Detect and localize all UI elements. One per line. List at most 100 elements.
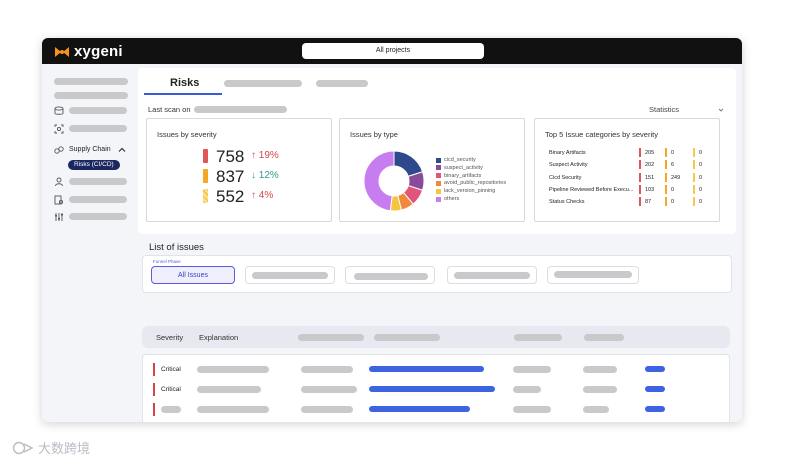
- legend-item-binary_artifacts[interactable]: binary_artifacts: [436, 173, 481, 179]
- row-action-chip[interactable]: [645, 366, 665, 372]
- logo[interactable]: xygeni: [54, 43, 123, 60]
- medium-count: 552: [216, 187, 245, 206]
- database-icon: [54, 106, 64, 115]
- watermark-text: 大数跨境: [38, 441, 91, 456]
- row-progress-bar: [369, 386, 495, 392]
- last-scan-label: Last scan on: [148, 105, 191, 114]
- top5-critical-count: 103: [645, 186, 655, 193]
- column-placeholder-4[interactable]: [584, 334, 624, 341]
- top5-critical-count: 205: [645, 150, 655, 156]
- filter-option-4[interactable]: [547, 266, 639, 284]
- filter-option-3[interactable]: [447, 266, 537, 284]
- top5-low-bar: [693, 172, 695, 182]
- funnel-filter-panel: Funnel Phase All Issues: [142, 255, 732, 293]
- row-severity-label: Critical: [161, 386, 181, 393]
- column-explanation[interactable]: Explanation: [199, 333, 238, 342]
- top5-low-count: 0: [699, 186, 703, 193]
- view-select[interactable]: Statistics: [649, 105, 679, 114]
- top5-high-count: 6: [671, 162, 675, 169]
- row-severity-label: Critical: [161, 366, 181, 373]
- row-column-placeholder: [301, 366, 353, 373]
- sidebar-item-placeholder-4[interactable]: [69, 196, 127, 203]
- filter-option-2[interactable]: [345, 266, 435, 284]
- row-action-chip[interactable]: [645, 386, 665, 392]
- xygeni-logo-icon: [55, 46, 69, 57]
- tab-placeholder-1[interactable]: [224, 80, 302, 87]
- legend-item-others[interactable]: others: [436, 196, 459, 202]
- issues-by-type-donut-chart: [363, 150, 425, 212]
- issues-by-type-card: Issues by type cicd_security suspect_acti…: [339, 118, 525, 222]
- row-severity-indicator: [153, 363, 155, 376]
- sidebar-item-placeholder-2[interactable]: [69, 125, 127, 132]
- top5-category-label[interactable]: Binary Artifacts: [549, 150, 586, 156]
- arrow-up-icon: ↑: [251, 190, 256, 201]
- top5-critical-count: 151: [645, 174, 655, 181]
- donut-slice-cicd_security[interactable]: [393, 150, 424, 177]
- high-delta: ↓ 12%: [251, 170, 279, 181]
- sidebar-item-risks-cicd[interactable]: Risks (CI/CD): [68, 160, 120, 170]
- column-placeholder-1[interactable]: [298, 334, 364, 341]
- top5-critical-bar: [639, 197, 641, 207]
- top5-critical-count: 87: [645, 199, 652, 206]
- legend-item-lack_version_pinning[interactable]: lack_version_pinning: [436, 188, 495, 194]
- sidebar: Supply Chain Risks (CI/CD): [42, 64, 134, 422]
- legend-label: avoid_public_repositories: [444, 180, 507, 187]
- legend-item-avoid_public_repositories[interactable]: avoid_public_repositories: [436, 180, 506, 186]
- legend-label: cicd_security: [444, 157, 476, 163]
- tab-risks-underline: [144, 93, 222, 95]
- top5-category-label[interactable]: Cicd Security: [549, 175, 581, 181]
- brand-name: xygeni: [74, 43, 123, 60]
- sidebar-item-supply-chain[interactable]: Supply Chain: [69, 146, 111, 153]
- risks-panel: Risks Last scan on Statistics Issues by …: [138, 68, 736, 234]
- sliders-icon: [55, 213, 63, 221]
- column-placeholder-2[interactable]: [374, 334, 440, 341]
- legend-label: binary_artifacts: [444, 172, 482, 179]
- column-placeholder-3[interactable]: [514, 334, 562, 341]
- top5-high-bar: [665, 148, 667, 157]
- legend-swatch: [436, 157, 441, 163]
- sidebar-item-placeholder-3[interactable]: [69, 178, 127, 185]
- row-severity-indicator: [153, 403, 155, 416]
- sidebar-item-placeholder-5[interactable]: [69, 213, 127, 220]
- severity-card-title: Issues by severity: [157, 130, 217, 139]
- critical-delta: ↑ 19%: [251, 150, 279, 161]
- type-card-title: Issues by type: [350, 130, 398, 139]
- legend-swatch: [436, 165, 441, 171]
- top-bar: xygeni All projects: [42, 38, 742, 64]
- top5-low-bar: [693, 148, 695, 157]
- top5-category-label[interactable]: Pipeline Reviewed Before Execu...: [549, 187, 633, 193]
- project-selector[interactable]: All projects: [302, 43, 484, 59]
- row-severity-placeholder: [161, 406, 181, 413]
- row-column-placeholder: [583, 406, 609, 413]
- tab-placeholder-2[interactable]: [316, 80, 368, 87]
- sidebar-placeholder-1[interactable]: [54, 78, 128, 85]
- top5-category-label[interactable]: Suspect Activity: [549, 162, 588, 168]
- column-severity[interactable]: Severity: [156, 333, 183, 342]
- legend-item-suspect_activity[interactable]: suspect_activity: [436, 165, 483, 171]
- top5-categories-card: Top 5 Issue categories by severity Binar…: [534, 118, 720, 222]
- donut-slice-others[interactable]: [363, 150, 395, 212]
- chevron-up-icon[interactable]: [118, 146, 126, 154]
- filter-all-issues[interactable]: All Issues: [151, 266, 235, 284]
- legend-swatch: [436, 196, 441, 202]
- top5-card-title: Top 5 Issue categories by severity: [545, 130, 658, 139]
- top5-low-count: 0: [699, 150, 703, 156]
- row-column-placeholder: [513, 366, 551, 373]
- row-column-placeholder: [513, 386, 541, 393]
- funnel-phase-label: Funnel Phase: [153, 259, 181, 264]
- row-action-chip[interactable]: [645, 406, 665, 412]
- high-severity-bar: [203, 169, 208, 183]
- sidebar-placeholder-2[interactable]: [54, 92, 128, 99]
- top5-category-label[interactable]: Status Checks: [549, 199, 584, 205]
- app-window: xygeni All projects Supply Chain Risks (…: [42, 38, 742, 422]
- top5-high-count: 249: [671, 174, 681, 181]
- filter-option-1[interactable]: [245, 266, 335, 284]
- row-severity-indicator: [153, 383, 155, 396]
- scan-icon: [54, 124, 64, 134]
- tab-risks[interactable]: Risks: [170, 77, 199, 89]
- supply-chain-icon: [54, 146, 64, 154]
- chevron-down-icon[interactable]: [718, 107, 724, 113]
- sidebar-item-placeholder-1[interactable]: [69, 107, 127, 114]
- legend-item-cicd_security[interactable]: cicd_security: [436, 157, 476, 163]
- top5-low-bar: [693, 160, 695, 170]
